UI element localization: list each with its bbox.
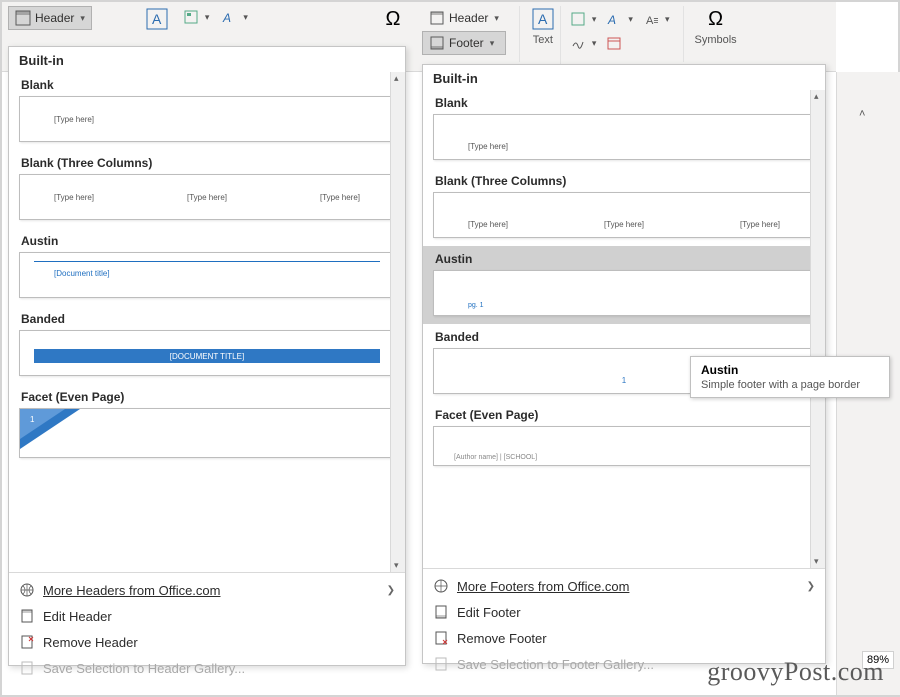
footer-icon [429, 35, 445, 51]
textbox-icon[interactable]: A [530, 6, 556, 32]
page-edit-icon [19, 608, 35, 624]
save-header-gallery-menu: Save Selection to Header Gallery... [9, 655, 405, 681]
dropcap-icon: A≡ [643, 11, 659, 27]
header-icon [15, 10, 31, 26]
header-dropdown-button-right[interactable]: Header [422, 6, 506, 30]
gallery-item-blank[interactable]: Blank [Type here] [423, 90, 825, 168]
quickparts-icon [183, 9, 199, 25]
gallery-section-builtin: Built-in [9, 47, 405, 72]
collapse-ribbon-icon[interactable]: ˄ [859, 108, 865, 120]
page-remove-icon [433, 630, 449, 646]
footer-dropdown-button[interactable]: Footer [422, 31, 506, 55]
more-headers-menu[interactable]: More Headers from Office.com ❯ [9, 577, 405, 603]
wordart-icon: A [221, 9, 237, 25]
svg-text:A: A [538, 11, 548, 27]
save-gallery-icon [19, 660, 35, 676]
gallery-item-facet-header[interactable]: Facet (Even Page) 1 [9, 384, 405, 466]
globe-icon [433, 578, 449, 594]
svg-text:A≡: A≡ [646, 15, 658, 26]
header-icon [429, 10, 445, 26]
watermark: groovyPost.com [707, 657, 884, 687]
gallery-item-austin-header[interactable]: Austin [Document title] [9, 228, 405, 306]
header-label: Header [35, 11, 74, 25]
quickparts-icon [570, 11, 586, 27]
svg-text:A: A [152, 11, 162, 27]
globe-icon [19, 582, 35, 598]
chevron-right-icon: ❯ [387, 585, 395, 596]
chevron-right-icon: ❯ [807, 581, 815, 592]
textbox-icon[interactable]: A [144, 6, 170, 32]
text-group-right: A Text [526, 6, 561, 66]
symbol-button[interactable]: Ω [703, 6, 729, 32]
remove-header-menu[interactable]: Remove Header [9, 629, 405, 655]
wordart-icon: A [606, 11, 622, 27]
header-dropdown-button[interactable]: Header [8, 6, 92, 30]
edit-header-menu[interactable]: Edit Header [9, 603, 405, 629]
datetime-icon [606, 35, 622, 51]
gallery-item-blank3[interactable]: Blank (Three Columns) [Type here] [Type … [9, 150, 405, 228]
wordart-button[interactable]: A [218, 6, 251, 28]
symbols-group-right: Ω Symbols [690, 6, 740, 66]
page-edit-icon [433, 604, 449, 620]
save-gallery-icon [433, 656, 449, 672]
quickparts-button[interactable] [567, 8, 600, 30]
gallery-item-banded-header[interactable]: Banded [DOCUMENT TITLE] [9, 306, 405, 384]
signature-button[interactable] [567, 32, 600, 54]
tooltip-austin: Austin Simple footer with a page border [690, 356, 890, 398]
datetime-button[interactable] [603, 32, 625, 54]
gallery-section-builtin: Built-in [423, 65, 825, 90]
remove-footer-menu[interactable]: Remove Footer [423, 625, 825, 651]
wordart-button[interactable]: A [603, 8, 636, 30]
more-footers-menu[interactable]: More Footers from Office.com ❯ [423, 573, 825, 599]
svg-text:A: A [607, 13, 616, 26]
gallery-scrollbar-right[interactable] [810, 90, 825, 568]
gallery-footer-left: More Headers from Office.com ❯ Edit Head… [9, 572, 405, 685]
ribbon-right: Header Footer A Text A [416, 2, 836, 72]
header-gallery: Built-in Blank [Type here] Blank (Three … [8, 46, 406, 666]
gallery-item-facet-footer[interactable]: Facet (Even Page) [Author name] | [SCHOO… [423, 402, 825, 474]
dropcap-button[interactable]: A≡ [640, 8, 673, 30]
svg-text:A: A [222, 11, 231, 24]
edit-footer-menu[interactable]: Edit Footer [423, 599, 825, 625]
gallery-scrollbar-left[interactable] [390, 72, 405, 572]
quickparts-button[interactable] [180, 6, 213, 28]
symbol-button-left[interactable]: Ω [380, 6, 406, 32]
gallery-item-blank3[interactable]: Blank (Three Columns) [Type here] [Type … [423, 168, 825, 246]
signature-icon [570, 35, 586, 51]
page-remove-icon [19, 634, 35, 650]
gallery-item-blank[interactable]: Blank [Type here] [9, 72, 405, 150]
gallery-item-austin-footer[interactable]: Austin pg. 1 [423, 246, 825, 324]
